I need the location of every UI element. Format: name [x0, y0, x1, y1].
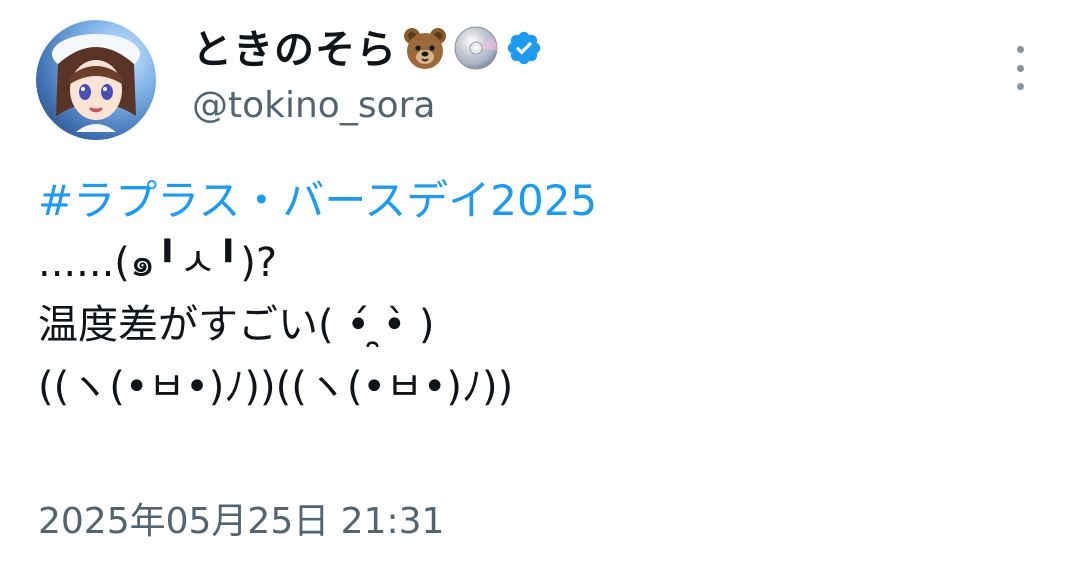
dot: [1016, 64, 1024, 72]
verified-badge-icon: [505, 29, 543, 71]
tweet-text: #ラプラス・バースデイ2025 ......(๑╹ㅅ╹)? 温度差がすごい( •…: [38, 170, 597, 418]
display-name[interactable]: ときのそら: [192, 24, 397, 76]
bear-face-icon: [401, 24, 449, 76]
more-options-icon[interactable]: [1008, 46, 1032, 90]
tweet-line: ......(๑╹ㅅ╹)?: [38, 240, 278, 286]
author-avatar[interactable]: [36, 20, 156, 140]
tweet-timestamp[interactable]: 2025年05月25日 21:31: [38, 498, 444, 546]
tweet-line: 温度差がすごい( •́ ̯•̀ ): [38, 302, 435, 348]
author-names: ときのそら @tokino_sora: [192, 24, 543, 128]
dot: [1016, 83, 1024, 90]
avatar-illustration-icon: [52, 34, 140, 132]
author-handle[interactable]: @tokino_sora: [192, 84, 543, 128]
optical-disc-icon: [453, 25, 499, 75]
hashtag-link[interactable]: #ラプラス・バースデイ2025: [38, 170, 597, 232]
dot: [1016, 46, 1024, 53]
display-name-row: ときのそら: [192, 24, 543, 76]
tweet-line: ((ヽ(•ㅂ•)ﾉ))((ヽ(•ㅂ•)ﾉ)): [38, 364, 514, 410]
